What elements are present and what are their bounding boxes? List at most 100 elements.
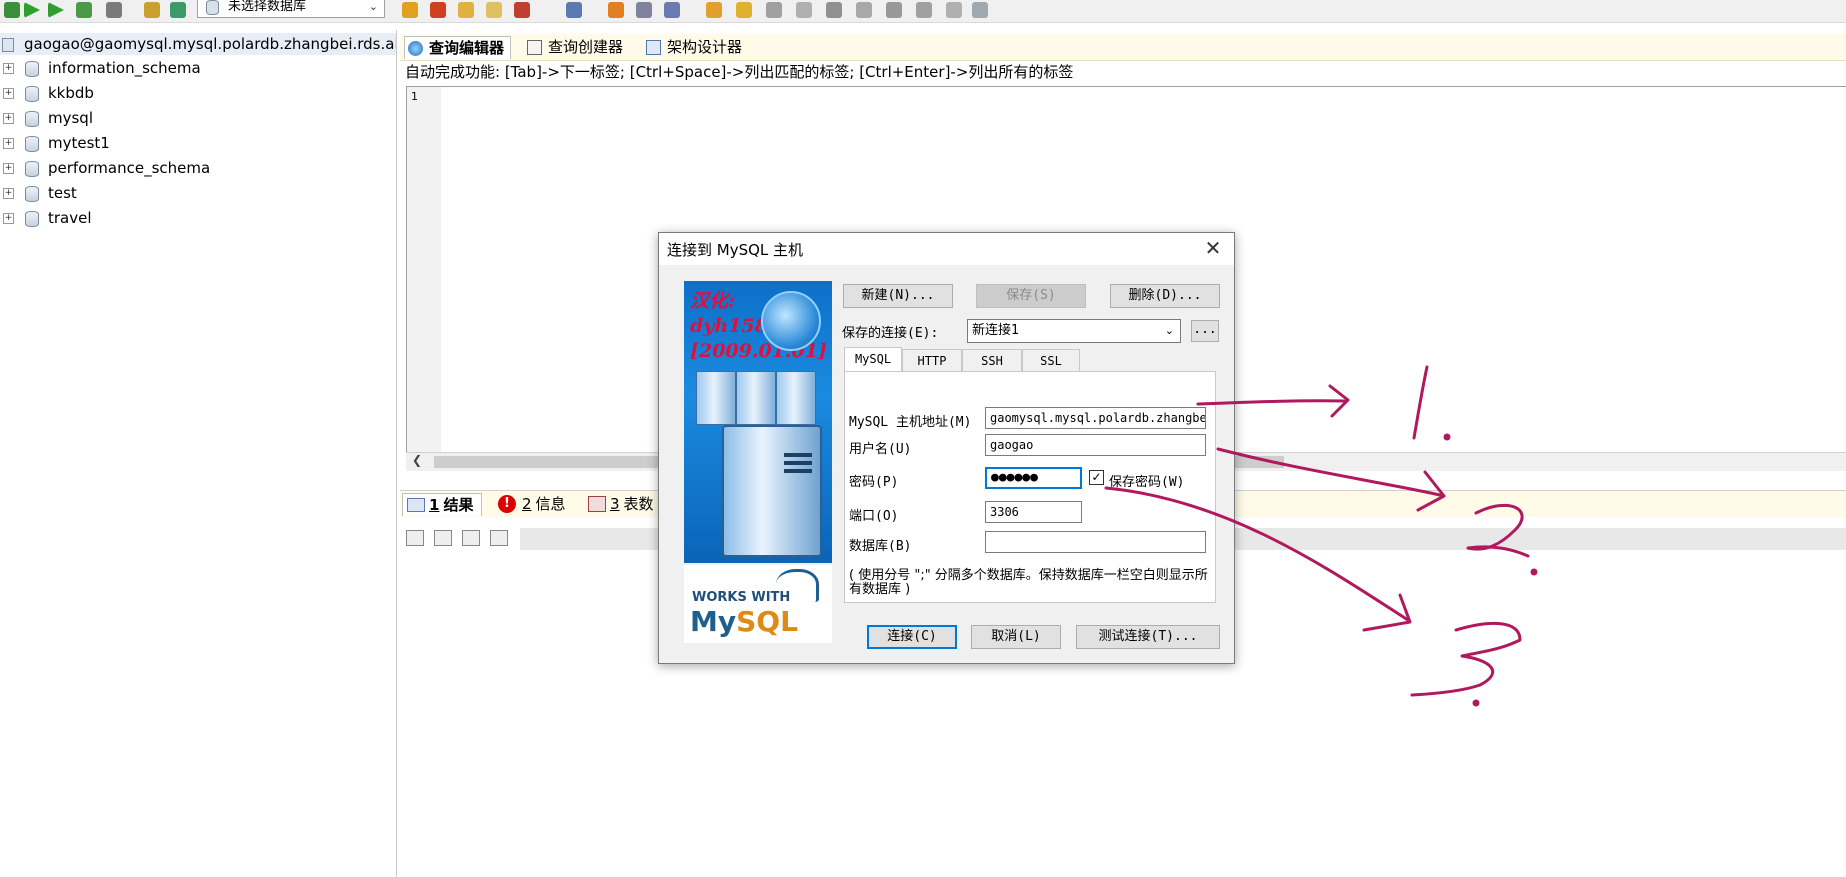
logo-mysql: MySQL xyxy=(690,605,798,638)
warning-icon[interactable] xyxy=(608,2,624,18)
test-connection-button[interactable]: 测试连接(T)... xyxy=(1076,625,1220,649)
tab-mysql[interactable]: MySQL xyxy=(844,347,902,372)
database-icon xyxy=(25,136,39,152)
port-label: 端口(O) xyxy=(849,509,899,524)
tab-label: 架构设计器 xyxy=(667,38,743,56)
logo-sql: SQL xyxy=(736,605,798,638)
tree-item-mysql[interactable]: + mysql xyxy=(0,107,396,129)
delete-button[interactable]: 删除(D)... xyxy=(1110,284,1220,308)
server-disc-icon xyxy=(761,291,821,351)
sync-icon[interactable] xyxy=(736,2,752,18)
saved-connection-select[interactable]: 新连接1 ⌄ xyxy=(967,319,1181,343)
save-password-checkbox[interactable]: ✓ xyxy=(1089,470,1104,485)
tab-label: 查询编辑器 xyxy=(429,39,505,57)
tab-schema-designer[interactable]: 架构设计器 xyxy=(643,36,742,58)
mail-icon[interactable] xyxy=(486,2,502,18)
expand-icon[interactable]: + xyxy=(3,163,14,174)
dialog-titlebar: 连接到 MySQL 主机 ✕ xyxy=(659,233,1234,265)
more-button[interactable]: ... xyxy=(1191,320,1219,342)
tab-table-data[interactable]: 3 表数 xyxy=(584,493,654,515)
users-icon[interactable] xyxy=(566,2,582,18)
dot-2 xyxy=(1530,568,1538,576)
connection-root[interactable]: gaogao@gaomysql.mysql.polardb.zhangbei.r… xyxy=(0,33,396,55)
restore-icon[interactable] xyxy=(430,2,446,18)
tab-ssl[interactable]: SSL xyxy=(1022,349,1080,371)
tab-results[interactable]: 1 结果 xyxy=(402,493,483,516)
database-label: 数据库(B) xyxy=(849,539,912,554)
view-icon[interactable] xyxy=(796,2,812,18)
tree-item-performance-schema[interactable]: + performance_schema xyxy=(0,157,396,179)
expand-icon[interactable]: + xyxy=(3,138,14,149)
expand-icon[interactable]: + xyxy=(3,188,14,199)
database-icon xyxy=(25,161,39,177)
tab-label: 信息 xyxy=(535,495,566,513)
digit-3 xyxy=(1410,621,1522,697)
tree-item-mytest1[interactable]: + mytest1 xyxy=(0,132,396,154)
tree-item-kkbdb[interactable]: + kkbdb xyxy=(0,82,396,104)
database-label: mytest1 xyxy=(48,134,110,152)
database-select[interactable]: 未选择数据库 ⌄ xyxy=(197,0,385,18)
tab-label: 结果 xyxy=(443,496,474,514)
tab-ssh[interactable]: SSH xyxy=(962,349,1022,371)
tab-label: 查询创建器 xyxy=(548,38,624,56)
tree-item-information-schema[interactable]: + information_schema xyxy=(0,57,396,79)
tree-item-test[interactable]: + test xyxy=(0,182,396,204)
export-result-icon[interactable] xyxy=(490,530,508,546)
database-note: ( 使用分号 ";" 分隔多个数据库。保持数据库一栏空白则显示所有数据库 ) xyxy=(849,568,1208,597)
event-icon[interactable] xyxy=(916,2,932,18)
export-icon[interactable] xyxy=(458,2,474,18)
database-icon xyxy=(25,61,39,77)
index-icon[interactable] xyxy=(946,2,962,18)
chevron-down-icon: ⌄ xyxy=(1164,324,1174,337)
database-input[interactable] xyxy=(985,531,1206,553)
tab-http[interactable]: HTTP xyxy=(902,349,962,371)
copy-db-icon[interactable] xyxy=(706,2,722,18)
host-label: MySQL 主机地址(M) xyxy=(849,415,972,430)
grid-view-icon[interactable] xyxy=(406,530,424,546)
username-label: 用户名(U) xyxy=(849,442,912,457)
connect-button[interactable]: 连接(C) xyxy=(867,625,957,649)
scroll-left-icon[interactable]: ❮ xyxy=(412,453,422,467)
tree-item-travel[interactable]: + travel xyxy=(0,207,396,229)
expand-icon[interactable]: + xyxy=(3,88,14,99)
designer-icon xyxy=(646,40,661,55)
database-label: kkbdb xyxy=(48,84,94,102)
tab-number: 2 xyxy=(522,495,532,513)
cancel-button[interactable]: 取消(L) xyxy=(971,625,1061,649)
form-view-icon[interactable] xyxy=(462,530,480,546)
refresh-icon[interactable] xyxy=(4,2,20,18)
tab-messages[interactable]: ! 2 信息 xyxy=(496,493,566,515)
refresh-object-icon[interactable] xyxy=(170,2,186,18)
host-input[interactable]: gaomysql.mysql.polardb.zhangbei.rds.aliy… xyxy=(985,407,1206,429)
stop-icon[interactable] xyxy=(106,2,122,18)
close-icon[interactable]: ✕ xyxy=(1202,237,1224,259)
expand-icon[interactable]: + xyxy=(3,63,14,74)
expand-icon[interactable]: + xyxy=(3,113,14,124)
tab-query-editor[interactable]: 查询编辑器 xyxy=(404,36,512,59)
execute-edit-icon[interactable] xyxy=(76,2,92,18)
text-view-icon[interactable] xyxy=(434,530,452,546)
format-icon[interactable] xyxy=(144,2,160,18)
function-icon[interactable] xyxy=(856,2,872,18)
tools-icon[interactable] xyxy=(636,2,652,18)
table-icon[interactable] xyxy=(766,2,782,18)
database-icon xyxy=(25,86,39,102)
port-input[interactable]: 3306 xyxy=(985,501,1082,523)
tab-label: 表数 xyxy=(623,495,654,513)
new-button[interactable]: 新建(N)... xyxy=(843,284,953,308)
username-input[interactable]: gaogao xyxy=(985,434,1206,456)
import-icon[interactable] xyxy=(514,2,530,18)
save-button[interactable]: 保存(S) xyxy=(976,284,1086,308)
database-icon xyxy=(25,111,39,127)
relation-icon[interactable] xyxy=(972,2,988,18)
trigger-icon[interactable] xyxy=(886,2,902,18)
backup-icon[interactable] xyxy=(402,2,418,18)
schema-icon[interactable] xyxy=(664,2,680,18)
procedure-icon[interactable] xyxy=(826,2,842,18)
password-input[interactable]: ●●●●●● xyxy=(985,467,1082,489)
dot-3 xyxy=(1472,699,1480,707)
execute-all-icon[interactable] xyxy=(48,2,64,18)
tab-query-builder[interactable]: 查询创建器 xyxy=(524,36,623,58)
execute-icon[interactable] xyxy=(24,2,40,18)
expand-icon[interactable]: + xyxy=(3,213,14,224)
